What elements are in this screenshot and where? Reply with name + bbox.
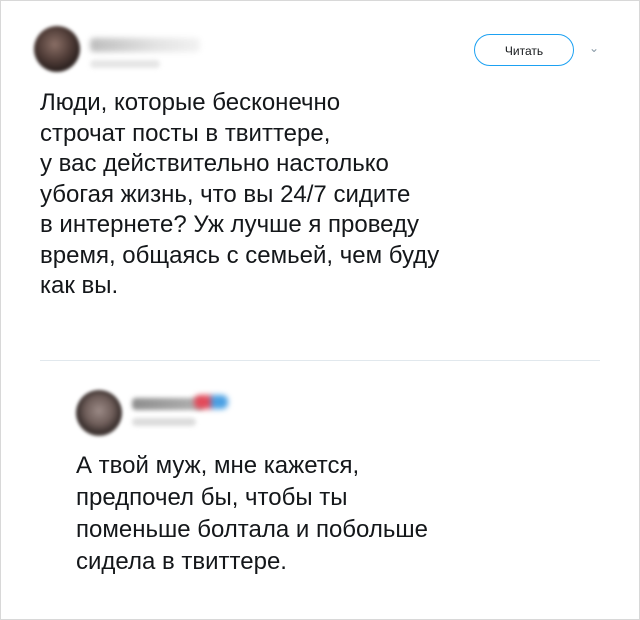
author-handle-blurred[interactable] (90, 60, 160, 68)
chevron-down-icon[interactable]: ⌄ (586, 40, 602, 56)
author-avatar[interactable] (34, 26, 80, 72)
reply-author-avatar[interactable] (76, 390, 122, 436)
tweet-header: Читать ⌄ (34, 26, 614, 82)
reply-text: А твой муж, мне кажется, предпочел бы, ч… (76, 452, 428, 575)
author-name-blurred[interactable] (90, 38, 200, 52)
divider (40, 360, 600, 361)
reply-author-emoji-blurred (194, 395, 228, 409)
tweet-text: Люди, которые бесконечно строчат посты в… (40, 89, 440, 299)
reply-author-handle-blurred[interactable] (132, 418, 196, 426)
follow-button[interactable]: Читать (474, 34, 574, 66)
